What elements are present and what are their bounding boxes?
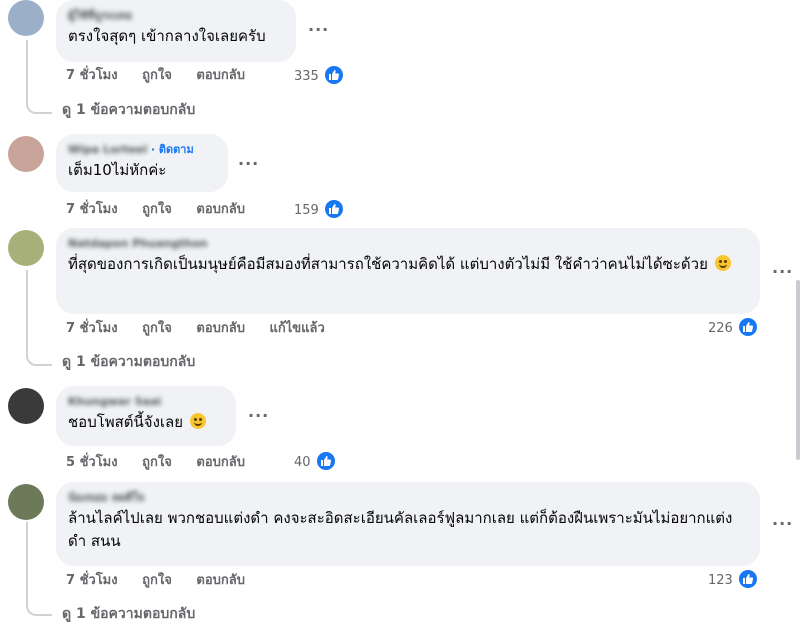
comment-bubble: น้องจอม ลดดีใจ ล้านไลค์ไปเลย พวกชอบแต่งด… [56, 482, 760, 566]
comment-author[interactable]: Khungwar Saai [68, 394, 224, 409]
comment-time[interactable]: 7 ชั่วโมง [66, 68, 118, 83]
reply-button[interactable]: ตอบกลับ [196, 202, 245, 217]
comment-text: เต็ม10ไม่หักค่ะ [68, 161, 167, 179]
view-replies-link[interactable]: ดู 1 ข้อความตอบกลับ [62, 352, 195, 372]
reply-button[interactable]: ตอบกลับ [196, 68, 245, 83]
reaction-count[interactable]: 335 [294, 66, 343, 86]
avatar[interactable] [8, 0, 44, 36]
reaction-count-value: 123 [708, 573, 733, 588]
avatar[interactable] [8, 136, 44, 172]
reply-button[interactable]: ตอบกลับ [196, 573, 245, 588]
comment-author[interactable]: น้องจอม ลดดีใจ [68, 490, 748, 505]
comment-bubble: Wipa Lorteel · ติดตาม เต็ม10ไม่หักค่ะ [56, 134, 228, 192]
scrollbar[interactable] [796, 280, 800, 460]
comment-bubble: Khungwar Saai ชอบโพสต์นี้จังเลย [56, 386, 236, 446]
comment-author[interactable]: ผู้ใช้ที่ถูกเบลอ [68, 8, 284, 23]
reply-button[interactable]: ตอบกลับ [196, 321, 245, 336]
comment-text: ชอบโพสต์นี้จังเลย [68, 411, 224, 434]
reaction-count[interactable]: 159 [294, 200, 343, 220]
comment-text-content: ชอบโพสต์นี้จังเลย [68, 413, 184, 431]
like-button[interactable]: ถูกใจ [142, 202, 172, 217]
comment-actions: 5 ชั่วโมง ถูกใจ ตอบกลับ [66, 454, 265, 472]
reaction-count[interactable]: 226 [708, 318, 757, 338]
comment-text-content: ที่สุดของการเกิดเป็นมนุษย์คือมีสมองที่สา… [68, 255, 708, 273]
view-replies-link[interactable]: ดู 1 ข้อความตอบกลับ [62, 604, 195, 624]
smiling-face-icon [714, 255, 731, 271]
more-options-icon[interactable]: ··· [238, 154, 259, 173]
comment-bubble: Natdapon Phuangthon ที่สุดของการเกิดเป็น… [56, 228, 760, 314]
edited-label[interactable]: แก้ไขแล้ว [270, 321, 325, 336]
comment-text: ตรงใจสุดๆ เข้ากลางใจเลยครับ [68, 27, 266, 45]
reaction-count-value: 40 [294, 455, 311, 470]
thumbs-up-icon [738, 318, 757, 336]
comment-actions: 7 ชั่วโมง ถูกใจ ตอบกลับ [66, 201, 265, 219]
avatar[interactable] [8, 230, 44, 266]
reply-button[interactable]: ตอบกลับ [196, 455, 245, 470]
avatar[interactable] [8, 484, 44, 520]
comment-text: ที่สุดของการเกิดเป็นมนุษย์คือมีสมองที่สา… [68, 253, 748, 276]
reply-thread-line [26, 40, 52, 114]
comment-actions: 7 ชั่วโมง ถูกใจ ตอบกลับ แก้ไขแล้ว [66, 320, 345, 338]
reaction-count[interactable]: 40 [294, 452, 335, 472]
reaction-count[interactable]: 123 [708, 570, 757, 590]
comment-time[interactable]: 5 ชั่วโมง [66, 455, 118, 470]
comment-author[interactable]: Natdapon Phuangthon [68, 236, 748, 251]
comment-actions: 7 ชั่วโมง ถูกใจ ตอบกลับ [66, 67, 265, 85]
thumbs-up-icon [324, 66, 343, 84]
comment-time[interactable]: 7 ชั่วโมง [66, 202, 118, 217]
thumbs-up-icon [316, 452, 335, 470]
thumbs-up-icon [738, 570, 757, 588]
like-button[interactable]: ถูกใจ [142, 573, 172, 588]
more-options-icon[interactable]: ··· [772, 262, 793, 281]
comment-time[interactable]: 7 ชั่วโมง [66, 321, 118, 336]
reaction-count-value: 226 [708, 321, 733, 336]
comment-actions: 7 ชั่วโมง ถูกใจ ตอบกลับ [66, 572, 265, 590]
thumbs-up-icon [324, 200, 343, 218]
comment-author[interactable]: Wipa Lorteel [68, 143, 147, 156]
like-button[interactable]: ถูกใจ [142, 321, 172, 336]
reaction-count-value: 159 [294, 203, 319, 218]
comment-time[interactable]: 7 ชั่วโมง [66, 573, 118, 588]
view-replies-link[interactable]: ดู 1 ข้อความตอบกลับ [62, 100, 195, 120]
reply-thread-line [26, 522, 52, 616]
more-options-icon[interactable]: ··· [772, 514, 793, 533]
comment-text: ล้านไลค์ไปเลย พวกชอบแต่งดำ คงจะสะอิดสะเอ… [68, 509, 733, 550]
like-button[interactable]: ถูกใจ [142, 68, 172, 83]
more-options-icon[interactable]: ··· [248, 406, 269, 425]
reply-thread-line [26, 270, 52, 366]
more-options-icon[interactable]: ··· [308, 20, 329, 39]
comment-bubble: ผู้ใช้ที่ถูกเบลอ ตรงใจสุดๆ เข้ากลางใจเลย… [56, 0, 296, 62]
smiling-face-icon [189, 413, 206, 429]
follow-button[interactable]: · ติดตาม [151, 143, 194, 156]
reaction-count-value: 335 [294, 69, 319, 84]
like-button[interactable]: ถูกใจ [142, 455, 172, 470]
avatar[interactable] [8, 388, 44, 424]
comment-author-line: Wipa Lorteel · ติดตาม [68, 142, 216, 157]
